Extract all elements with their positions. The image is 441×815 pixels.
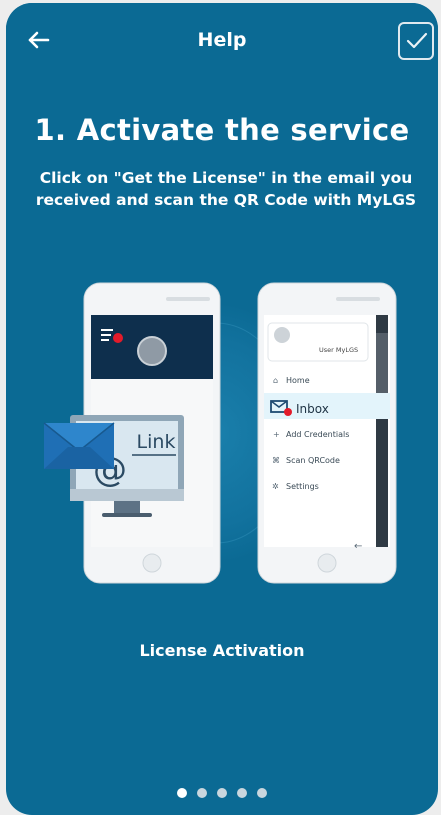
checkbox-check-icon	[406, 32, 428, 49]
gear-icon: ✲	[272, 482, 279, 491]
page-dot-1[interactable]	[177, 788, 187, 798]
license-activation-illustration: Link @ User MyLGS ⌂ Home Inbox + Add Cre…	[43, 282, 397, 584]
step-instruction: Click on "Get the License" in the email …	[35, 169, 417, 209]
page-dot-3[interactable]	[217, 788, 227, 798]
arrow-left-small-icon: ←	[354, 541, 362, 552]
envelope-icon	[43, 422, 115, 469]
page-dot-4[interactable]	[237, 788, 247, 798]
menu-item-add-credentials: Add Credentials	[286, 430, 349, 439]
illustration-caption: License Activation	[139, 641, 305, 660]
qrcode-icon: ⌘	[272, 456, 280, 465]
confirm-button[interactable]	[398, 22, 434, 60]
help-screen: Help 1. Activate the service Click on "G…	[6, 3, 438, 815]
menu-item-home: Home	[286, 376, 310, 385]
home-icon: ⌂	[273, 376, 278, 385]
step-heading: 1. Activate the service	[34, 113, 410, 147]
profile-label: User MyLGS	[319, 346, 358, 354]
link-label: Link	[137, 431, 176, 453]
right-phone: User MyLGS ⌂ Home Inbox + Add Credential…	[257, 282, 397, 584]
menu-item-settings: Settings	[286, 482, 319, 491]
page-indicator	[6, 783, 438, 802]
menu-item-scan-qrcode: Scan QRCode	[286, 456, 340, 465]
profile-avatar	[274, 327, 290, 343]
page-dot-2[interactable]	[197, 788, 207, 798]
top-bar: Help	[6, 3, 438, 79]
page-title: Help	[197, 29, 247, 51]
menu-item-inbox: Inbox	[296, 402, 329, 416]
avatar	[137, 336, 167, 366]
notification-dot	[113, 333, 123, 343]
page-dot-5[interactable]	[257, 788, 267, 798]
plus-icon: +	[273, 430, 280, 439]
